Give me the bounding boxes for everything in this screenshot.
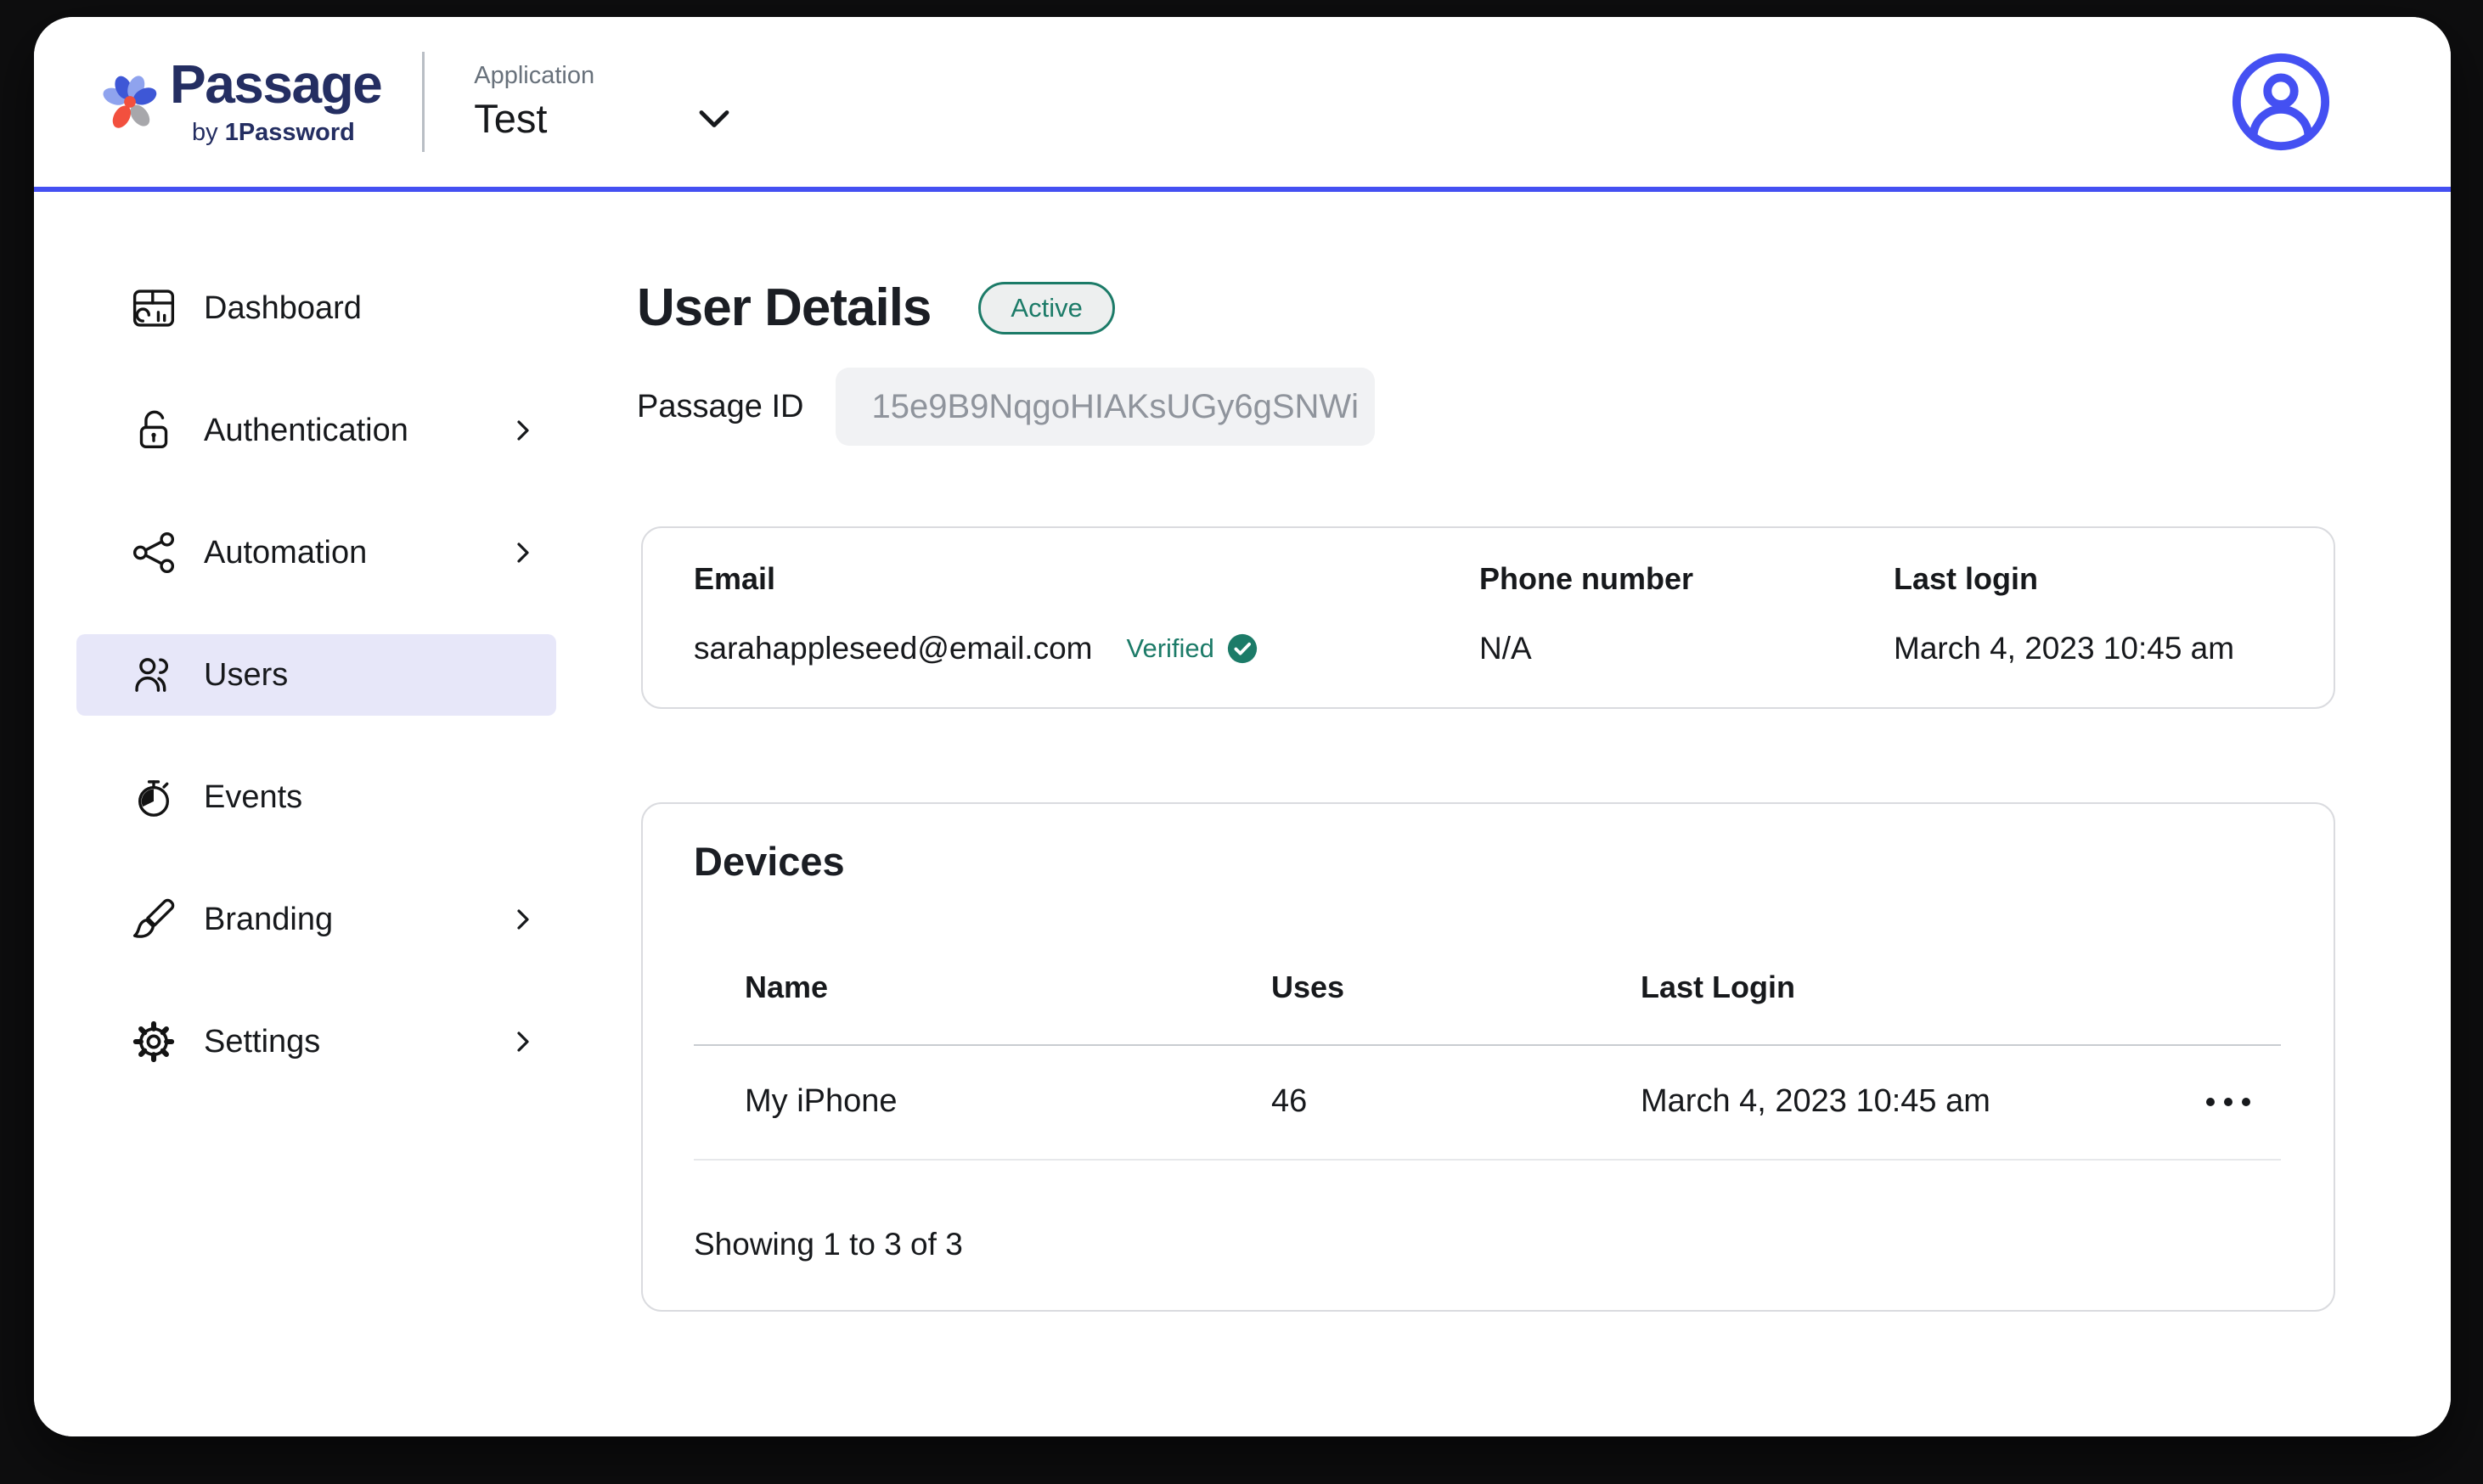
brand-name: Passage — [170, 57, 381, 111]
phone-value: N/A — [1479, 632, 1894, 666]
chevron-right-icon — [512, 1026, 534, 1058]
pagination-status: Showing 1 to 3 of 3 — [694, 1227, 963, 1262]
chevron-right-icon — [512, 414, 534, 447]
devices-card: Devices Name Uses Last Login My iPhone 4… — [641, 802, 2335, 1312]
device-uses: 46 — [1271, 1083, 1641, 1120]
chevron-right-icon — [512, 903, 534, 936]
phone-column: Phone number N/A — [1479, 562, 1894, 666]
sidebar-item-label: Events — [204, 779, 302, 816]
top-header: Passage by 1Password Application Test — [34, 17, 2451, 192]
column-header-name: Name — [745, 970, 1271, 1005]
last-login-value: March 4, 2023 10:45 am — [1894, 632, 2334, 666]
status-badge: Active — [978, 282, 1114, 334]
email-value-row: sarahappleseed@email.com Verified — [694, 632, 1479, 666]
app-window: Passage by 1Password Application Test — [34, 17, 2451, 1436]
application-switcher: Application Test — [474, 62, 733, 142]
application-dropdown[interactable]: Test — [474, 95, 733, 142]
application-value: Test — [474, 95, 547, 142]
paintbrush-icon — [129, 895, 178, 944]
table-divider — [694, 1159, 2281, 1161]
passage-logo: Passage by 1Password — [102, 57, 381, 147]
application-label: Application — [474, 62, 733, 90]
sidebar-item-settings[interactable]: Settings — [76, 1001, 556, 1082]
sidebar-item-label: Settings — [204, 1024, 320, 1060]
sidebar-item-events[interactable]: Events — [76, 756, 556, 838]
ellipsis-icon — [2206, 1098, 2215, 1106]
sidebar-item-authentication[interactable]: Authentication — [76, 390, 556, 471]
verified-label: Verified — [1126, 634, 1213, 663]
nodes-icon — [129, 528, 178, 577]
table-row: My iPhone 46 March 4, 2023 10:45 am — [745, 1044, 2279, 1159]
sidebar-item-automation[interactable]: Automation — [76, 512, 556, 593]
gear-icon — [129, 1017, 178, 1066]
users-icon — [129, 650, 178, 700]
last-login-label: Last login — [1894, 562, 2334, 596]
sidebar-item-label: Automation — [204, 535, 367, 571]
title-row: User Details Active — [637, 282, 1115, 334]
main-content: User Details Active Passage ID 15e9B9Nqg… — [594, 197, 2451, 1436]
chevron-down-icon — [695, 106, 733, 132]
unlock-icon — [129, 406, 178, 455]
column-header-last-login: Last Login — [1641, 970, 2206, 1005]
sidebar: Dashboard Authentication — [34, 197, 594, 1436]
header-divider — [422, 52, 425, 152]
chevron-right-icon — [512, 537, 534, 569]
device-last-login: March 4, 2023 10:45 am — [1641, 1083, 2206, 1120]
account-menu-button[interactable] — [2229, 50, 2333, 154]
byline-brand: 1Password — [225, 119, 355, 146]
device-name: My iPhone — [745, 1083, 1271, 1120]
devices-title: Devices — [694, 840, 845, 884]
passage-flower-icon — [102, 70, 158, 133]
last-login-column: Last login March 4, 2023 10:45 am — [1894, 562, 2334, 666]
dashboard-icon — [129, 284, 178, 333]
row-actions-menu-button[interactable] — [2206, 1089, 2250, 1115]
profile-card: Email sarahappleseed@email.com Verified … — [641, 526, 2335, 709]
column-header-uses: Uses — [1271, 970, 1641, 1005]
email-value: sarahappleseed@email.com — [694, 632, 1092, 666]
verified-tag: Verified — [1126, 632, 1258, 665]
phone-label: Phone number — [1479, 562, 1894, 596]
logo-text: Passage by 1Password — [170, 57, 381, 147]
byline-prefix: by — [192, 119, 225, 146]
sidebar-item-label: Users — [204, 657, 288, 694]
page-title: User Details — [637, 282, 931, 334]
brand-byline: by 1Password — [192, 119, 381, 147]
user-avatar-icon — [2229, 50, 2333, 154]
passage-id-label: Passage ID — [637, 389, 803, 425]
passage-id-value: 15e9B9NqgoHIAKsUGy6gSNWi — [836, 368, 1375, 446]
stopwatch-icon — [129, 773, 178, 822]
sidebar-item-label: Dashboard — [204, 290, 362, 327]
sidebar-item-users[interactable]: Users — [76, 634, 556, 716]
sidebar-item-dashboard[interactable]: Dashboard — [76, 267, 556, 349]
sidebar-item-label: Branding — [204, 902, 333, 938]
verified-check-icon — [1226, 632, 1258, 665]
email-column: Email sarahappleseed@email.com Verified — [694, 562, 1479, 666]
sidebar-item-label: Authentication — [204, 413, 408, 449]
passage-id-row: Passage ID 15e9B9NqgoHIAKsUGy6gSNWi — [637, 368, 1375, 446]
devices-table-header: Name Uses Last Login — [745, 970, 2279, 1005]
email-label: Email — [694, 562, 1479, 596]
sidebar-item-branding[interactable]: Branding — [76, 879, 556, 960]
